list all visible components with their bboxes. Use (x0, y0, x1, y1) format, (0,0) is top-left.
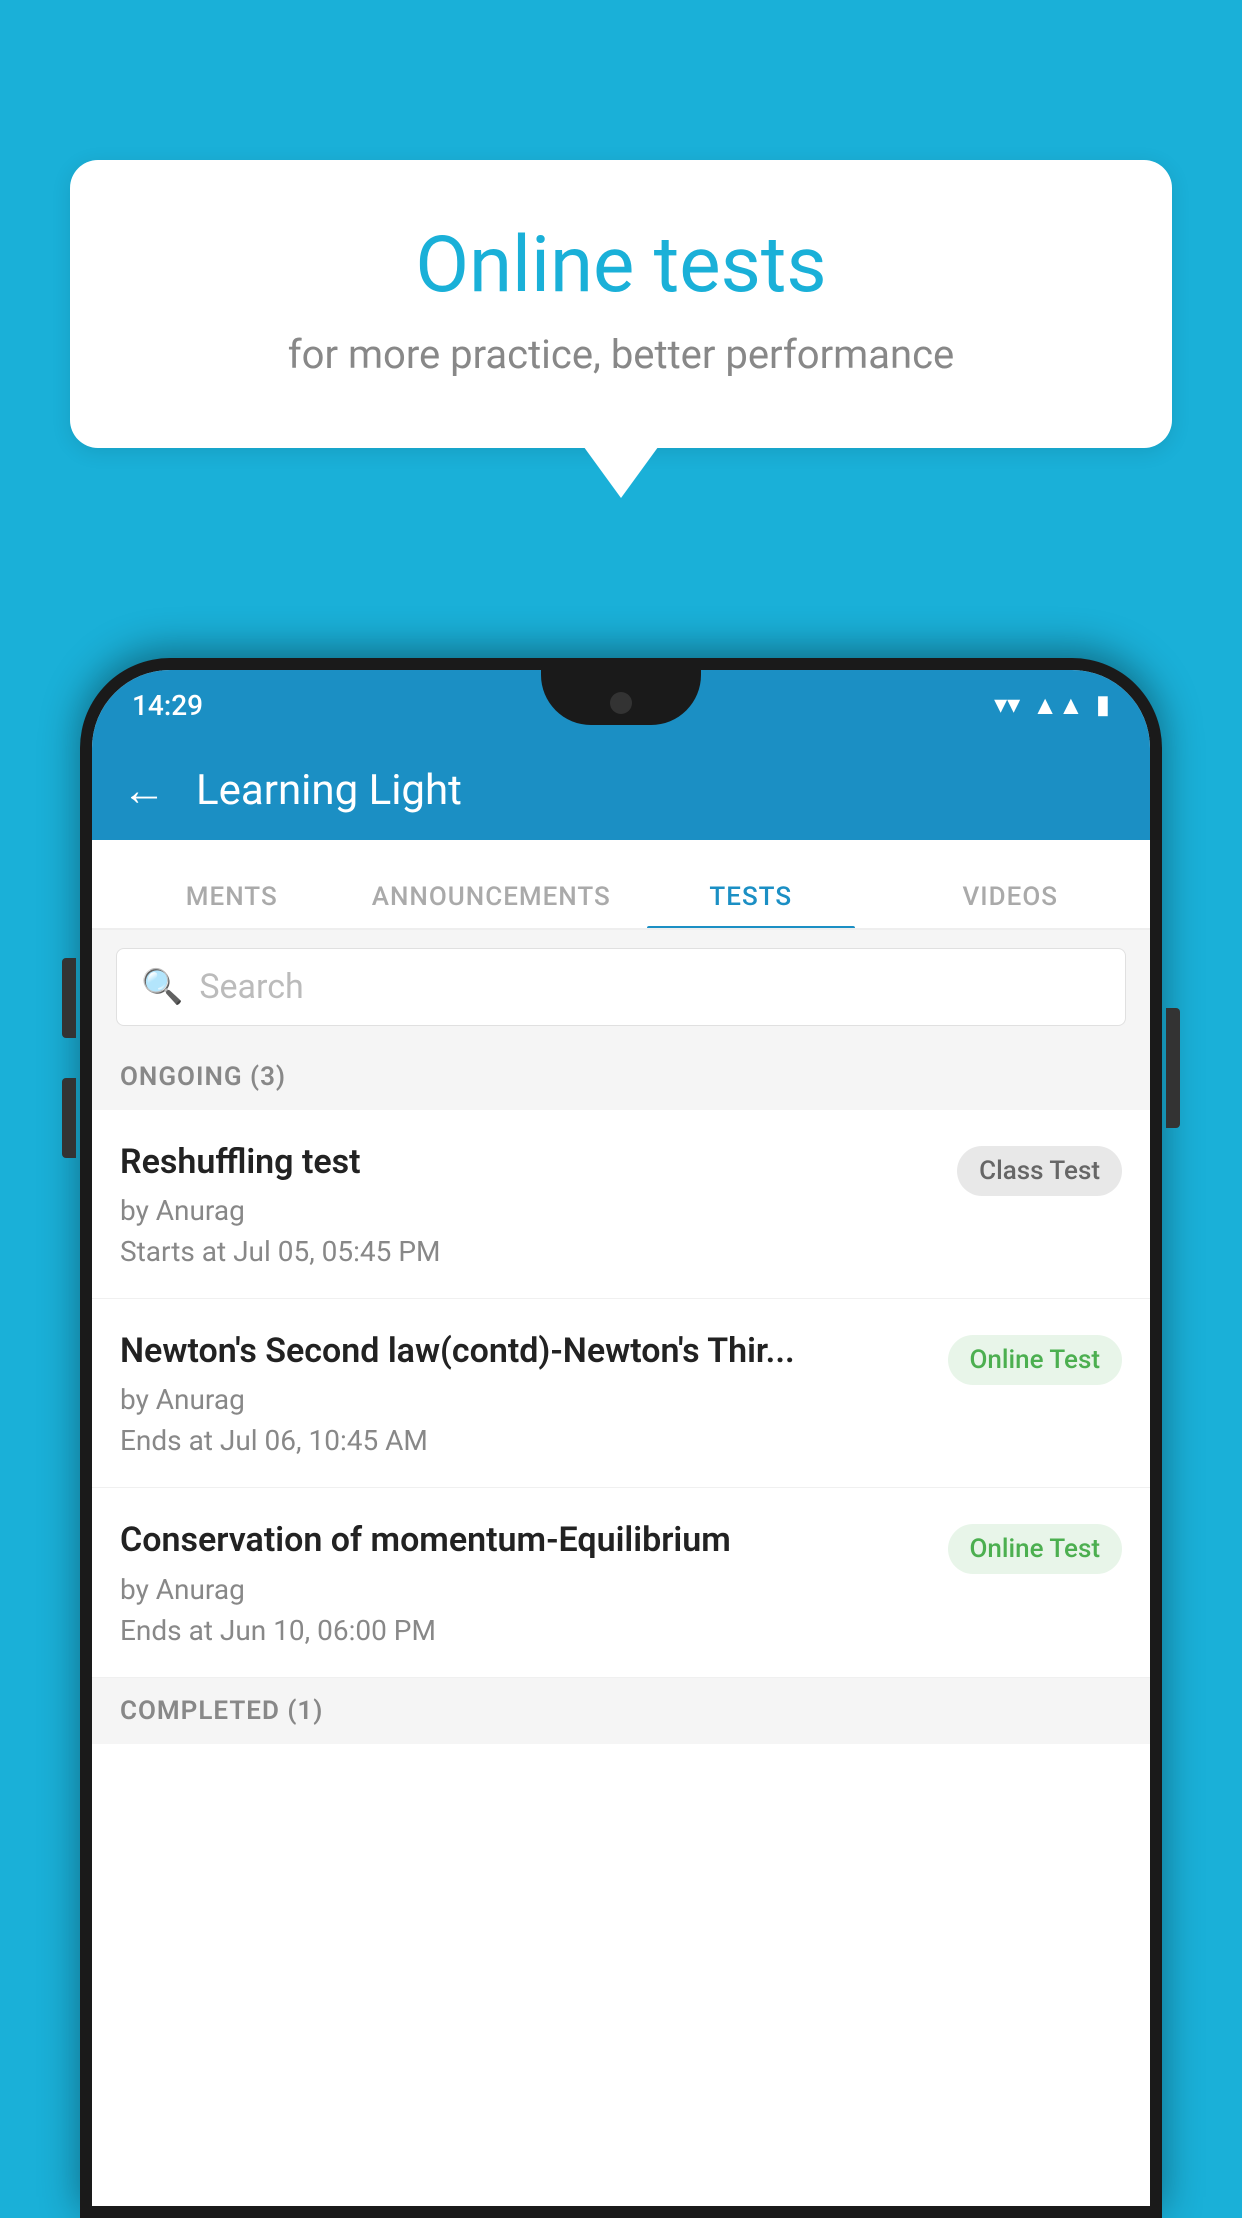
status-icons: ▾▾ ▲▲ ▮ (994, 690, 1110, 721)
test-name: Reshuffling test (120, 1140, 937, 1184)
completed-section-header: COMPLETED (1) (92, 1678, 1150, 1744)
ongoing-label: ONGOING (3) (120, 1062, 286, 1092)
test-author: by Anurag (120, 1573, 928, 1606)
phone-screen: 14:29 ▾▾ ▲▲ ▮ ← Learning Light MENTS ANN… (92, 670, 1150, 2206)
battery-icon: ▮ (1096, 690, 1110, 720)
tabs-bar: MENTS ANNOUNCEMENTS TESTS VIDEOS (92, 840, 1150, 930)
search-placeholder-text: Search (199, 967, 303, 1007)
search-container: 🔍 Search (92, 930, 1150, 1044)
tab-videos[interactable]: VIDEOS (881, 882, 1141, 928)
tab-tests[interactable]: TESTS (621, 882, 881, 928)
test-list: Reshuffling test by Anurag Starts at Jul… (92, 1110, 1150, 1678)
test-author: by Anurag (120, 1194, 937, 1227)
promo-bubble: Online tests for more practice, better p… (70, 160, 1172, 448)
status-bar: 14:29 ▾▾ ▲▲ ▮ (92, 670, 1150, 740)
notch (541, 670, 701, 725)
volume-button-down (62, 1078, 76, 1158)
test-badge-class: Class Test (957, 1146, 1122, 1196)
tab-ments[interactable]: MENTS (102, 882, 362, 928)
power-button (1166, 1008, 1180, 1128)
test-date: Starts at Jul 05, 05:45 PM (120, 1235, 937, 1268)
bubble-title: Online tests (150, 220, 1092, 311)
test-info: Reshuffling test by Anurag Starts at Jul… (120, 1140, 957, 1268)
test-badge-online-2: Online Test (948, 1524, 1123, 1574)
bubble-subtitle: for more practice, better performance (150, 331, 1092, 378)
app-title: Learning Light (196, 766, 462, 815)
test-item[interactable]: Conservation of momentum-Equilibrium by … (92, 1488, 1150, 1677)
tab-announcements[interactable]: ANNOUNCEMENTS (362, 882, 622, 928)
test-info: Conservation of momentum-Equilibrium by … (120, 1518, 948, 1646)
test-author: by Anurag (120, 1383, 928, 1416)
test-info: Newton's Second law(contd)-Newton's Thir… (120, 1329, 948, 1457)
test-item[interactable]: Reshuffling test by Anurag Starts at Jul… (92, 1110, 1150, 1299)
search-bar[interactable]: 🔍 Search (116, 948, 1126, 1026)
back-button[interactable]: ← (122, 764, 166, 816)
app-header: ← Learning Light (92, 740, 1150, 840)
wifi-icon: ▾▾ (994, 690, 1020, 720)
test-item[interactable]: Newton's Second law(contd)-Newton's Thir… (92, 1299, 1150, 1488)
camera (610, 692, 632, 714)
test-date: Ends at Jun 10, 06:00 PM (120, 1614, 928, 1647)
signal-icon: ▲▲ (1032, 690, 1083, 721)
test-name: Conservation of momentum-Equilibrium (120, 1518, 928, 1562)
ongoing-section-header: ONGOING (3) (92, 1044, 1150, 1110)
completed-label: COMPLETED (1) (120, 1696, 323, 1726)
test-name: Newton's Second law(contd)-Newton's Thir… (120, 1329, 928, 1373)
test-badge-online: Online Test (948, 1335, 1123, 1385)
volume-button-up (62, 958, 76, 1038)
clock: 14:29 (132, 689, 203, 722)
phone-frame: 14:29 ▾▾ ▲▲ ▮ ← Learning Light MENTS ANN… (80, 658, 1162, 2218)
test-date: Ends at Jul 06, 10:45 AM (120, 1424, 928, 1457)
search-icon: 🔍 (141, 967, 183, 1007)
